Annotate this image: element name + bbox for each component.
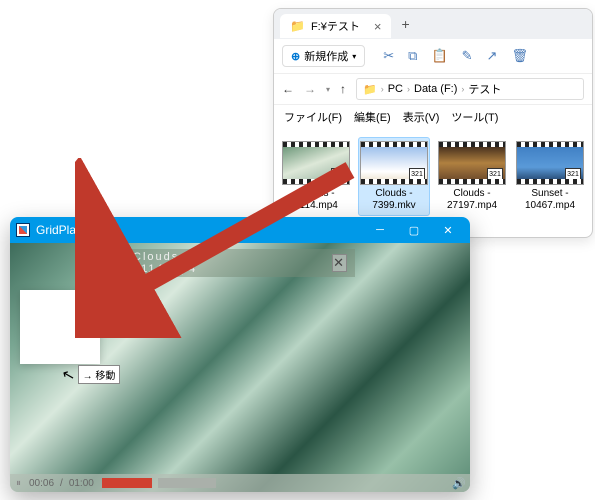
- toolbar-icons: ✂ ⧉ 📋 ✎ ↗ 🗑: [383, 48, 528, 64]
- codec-badge: 321: [409, 168, 425, 182]
- toolbar: ⊕ 新規作成 ▾ ✂ ⧉ 📋 ✎ ↗ 🗑: [274, 39, 592, 74]
- drag-cursor: ↖ → 移動: [62, 365, 120, 384]
- player-controls: ⏸ 00:06 / 01:00 🔊: [10, 474, 470, 492]
- file-name: Clouds - 7399.mkv: [360, 188, 428, 212]
- codec-badge: 321: [331, 168, 347, 182]
- chevron-right-icon: ›: [461, 84, 464, 94]
- tab-title: F:¥テスト: [311, 18, 360, 34]
- time-total: 01:00: [69, 478, 94, 489]
- pause-button[interactable]: ⏸: [14, 478, 23, 489]
- codec-badge: 321: [487, 168, 503, 182]
- close-button[interactable]: ✕: [432, 220, 464, 240]
- file-item[interactable]: 321 Clouds - 2114.mp4: [280, 137, 352, 216]
- title-bar[interactable]: GridPlayer ─ ▢ ✕: [10, 217, 470, 243]
- video-overlay-title: Clouds - 2114.mp4 ✕: [125, 249, 355, 277]
- breadcrumb-pc[interactable]: PC: [388, 83, 403, 95]
- file-name: Clouds - 2114.mp4: [282, 188, 350, 212]
- copy-icon[interactable]: ⧉: [408, 48, 417, 64]
- file-explorer-window: 📁 F:¥テスト × + ⊕ 新規作成 ▾ ✂ ⧉ 📋 ✎ ↗ 🗑 ← → ▾ …: [273, 8, 593, 238]
- share-icon[interactable]: ↗: [487, 48, 498, 64]
- new-button[interactable]: ⊕ 新規作成 ▾: [282, 45, 365, 67]
- menu-file[interactable]: ファイル(F): [284, 109, 342, 125]
- minimize-button[interactable]: ─: [364, 220, 396, 240]
- new-button-label: 新規作成: [304, 48, 348, 64]
- time-sep: /: [60, 478, 63, 489]
- drag-preview: [20, 290, 100, 364]
- progress-played[interactable]: [102, 478, 152, 488]
- maximize-button[interactable]: ▢: [398, 220, 430, 240]
- video-thumbnail: 321: [438, 141, 506, 185]
- rename-icon[interactable]: ✎: [462, 48, 473, 64]
- explorer-tab[interactable]: 📁 F:¥テスト ×: [280, 14, 391, 38]
- progress-remaining[interactable]: [158, 478, 216, 488]
- cursor-icon: ↖: [60, 364, 77, 385]
- codec-badge: 321: [565, 168, 581, 182]
- drag-tooltip: → 移動: [78, 365, 121, 384]
- video-thumbnail: 321: [360, 141, 428, 185]
- app-icon: [16, 223, 30, 237]
- overlay-filename: Clouds - 2114.mp4: [133, 251, 212, 275]
- video-thumbnail: 321: [516, 141, 584, 185]
- window-buttons: ─ ▢ ✕: [364, 220, 464, 240]
- file-name: Clouds - 27197.mp4: [438, 188, 506, 212]
- folder-icon: 📁: [363, 83, 377, 96]
- chevron-down-icon[interactable]: ▾: [326, 85, 330, 94]
- folder-icon: 📁: [290, 19, 305, 33]
- menu-bar: ファイル(F) 編集(E) 表示(V) ツール(T): [274, 105, 592, 129]
- paste-icon[interactable]: 📋: [431, 48, 447, 64]
- overlay-close-icon[interactable]: ✕: [332, 254, 347, 272]
- volume-icon[interactable]: 🔊: [452, 477, 466, 490]
- up-button[interactable]: ↑: [340, 82, 346, 96]
- close-tab-icon[interactable]: ×: [374, 19, 382, 34]
- menu-tools[interactable]: ツール(T): [451, 109, 498, 125]
- menu-view[interactable]: 表示(V): [403, 109, 440, 125]
- back-button[interactable]: ←: [282, 82, 294, 96]
- window-title: GridPlayer: [36, 223, 93, 237]
- menu-edit[interactable]: 編集(E): [354, 109, 391, 125]
- video-area[interactable]: Clouds - 2114.mp4 ✕ ↖ → 移動 ⏸ 00:06 / 01:…: [10, 243, 470, 492]
- delete-icon[interactable]: 🗑: [511, 48, 528, 64]
- chevron-right-icon: ›: [407, 84, 410, 94]
- file-name: Sunset - 10467.mp4: [516, 188, 584, 212]
- breadcrumb-drive[interactable]: Data (F:): [414, 83, 457, 95]
- chevron-right-icon: ›: [381, 84, 384, 94]
- video-thumbnail: 321: [282, 141, 350, 185]
- cut-icon[interactable]: ✂: [383, 48, 394, 64]
- plus-icon: ⊕: [291, 50, 300, 63]
- gridplayer-window: GridPlayer ─ ▢ ✕ Clouds - 2114.mp4 ✕ ↖ →…: [10, 217, 470, 492]
- breadcrumb[interactable]: 📁 › PC › Data (F:) › テスト: [356, 78, 584, 100]
- file-grid: 321 Clouds - 2114.mp4 321 Clouds - 7399.…: [274, 129, 592, 224]
- file-item[interactable]: 321 Clouds - 27197.mp4: [436, 137, 508, 216]
- nav-bar: ← → ▾ ↑ 📁 › PC › Data (F:) › テスト: [274, 74, 592, 105]
- file-item[interactable]: 321 Clouds - 7399.mkv: [358, 137, 430, 216]
- chevron-down-icon: ▾: [352, 52, 356, 61]
- forward-button[interactable]: →: [304, 82, 316, 96]
- file-item[interactable]: 321 Sunset - 10467.mp4: [514, 137, 586, 216]
- new-tab-button[interactable]: +: [401, 16, 409, 32]
- time-current: 00:06: [29, 478, 54, 489]
- tab-bar: 📁 F:¥テスト × +: [274, 9, 592, 39]
- breadcrumb-folder[interactable]: テスト: [468, 81, 501, 97]
